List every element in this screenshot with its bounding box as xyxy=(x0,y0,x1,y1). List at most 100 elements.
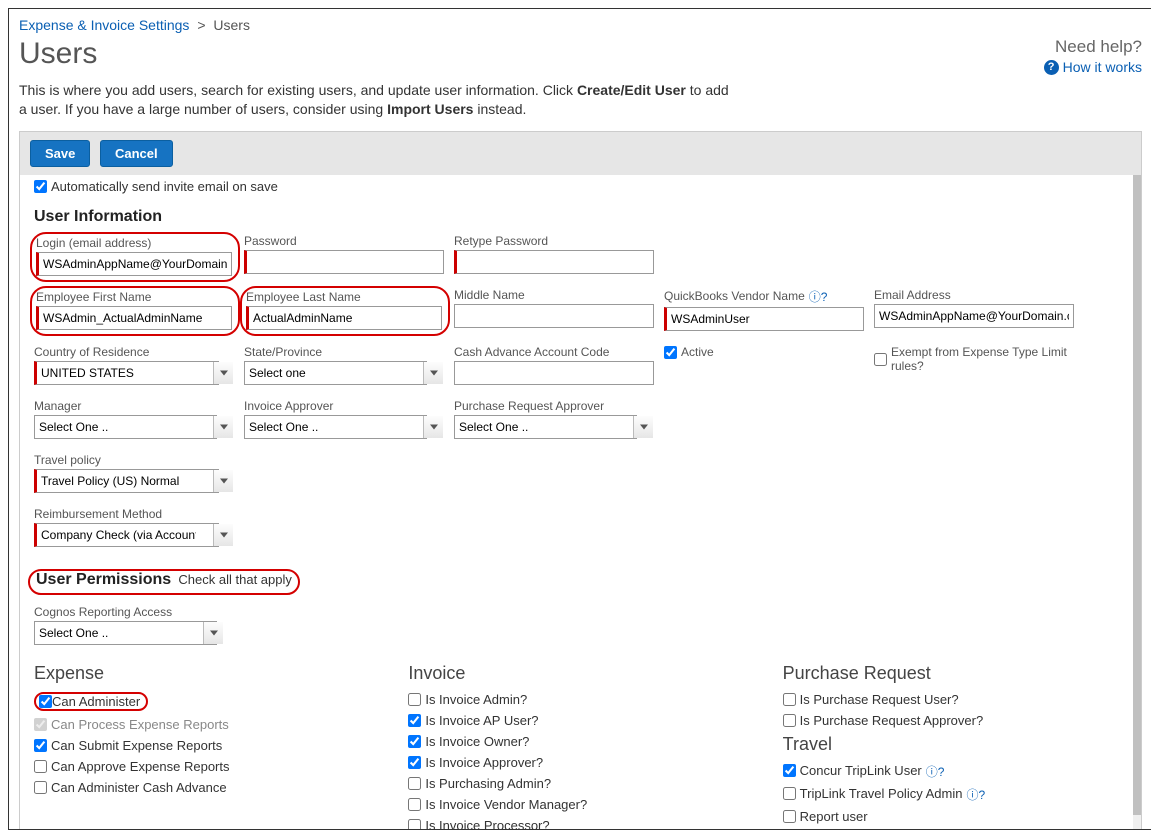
how-it-works-link[interactable]: ? How it works xyxy=(1044,59,1142,75)
first-name-field: Employee First Name xyxy=(30,286,240,336)
country-select[interactable] xyxy=(34,361,234,385)
cognos-select[interactable] xyxy=(34,621,224,645)
travel-perm-checkbox-0[interactable] xyxy=(783,764,796,777)
invoice-perm-checkbox-4[interactable] xyxy=(408,777,421,790)
travel-perm-2[interactable]: Report user xyxy=(783,809,1127,824)
invoice-perm-checkbox-0[interactable] xyxy=(408,693,421,706)
retype-input[interactable] xyxy=(454,250,654,274)
auto-invite-checkbox[interactable] xyxy=(34,180,47,193)
cash-input[interactable] xyxy=(454,361,654,385)
invoice-perm-3[interactable]: Is Invoice Approver? xyxy=(408,755,752,770)
email-input[interactable] xyxy=(874,304,1074,328)
active-label: Active xyxy=(681,345,714,359)
middle-name-label: Middle Name xyxy=(454,288,654,302)
travel-perm-label-2: Report user xyxy=(800,809,868,824)
travel-perm-label-0: Concur TripLink User xyxy=(800,763,922,778)
invoice-perm-0[interactable]: Is Invoice Admin? xyxy=(408,692,752,707)
travelpolicy-label: Travel policy xyxy=(34,453,234,467)
user-permissions-heading: User Permissions xyxy=(36,571,171,588)
login-input[interactable] xyxy=(36,252,232,276)
expense-perm-checkbox-0[interactable] xyxy=(39,695,52,708)
prapprover-field: Purchase Request Approver xyxy=(454,399,654,439)
country-field: Country of Residence xyxy=(34,345,234,385)
active-checkbox[interactable] xyxy=(664,346,677,359)
prapprover-label: Purchase Request Approver xyxy=(454,399,654,413)
invoice-perm-label-6: Is Invoice Processor? xyxy=(425,818,549,830)
travel-perm-checkbox-1[interactable] xyxy=(783,787,796,800)
breadcrumb-current: Users xyxy=(213,17,250,33)
purchase-perm-label-1: Is Purchase Request Approver? xyxy=(800,713,984,728)
invoice-perm-label-5: Is Invoice Vendor Manager? xyxy=(425,797,587,812)
travelpolicy-select[interactable] xyxy=(34,469,234,493)
retype-label: Retype Password xyxy=(454,234,654,248)
first-name-input[interactable] xyxy=(36,306,232,330)
manager-select[interactable] xyxy=(34,415,234,439)
help-icon[interactable]: ⓘ? xyxy=(926,763,945,780)
exempt-checkbox[interactable] xyxy=(874,353,887,366)
qbvendor-input[interactable] xyxy=(664,307,864,331)
expense-perm-1: Can Process Expense Reports xyxy=(34,717,378,732)
travel-perm-1[interactable]: TripLink Travel Policy Admin ⓘ? xyxy=(783,786,1127,803)
cancel-button[interactable]: Cancel xyxy=(100,140,173,167)
travel-perm-checkbox-2[interactable] xyxy=(783,810,796,823)
invoice-perm-checkbox-5[interactable] xyxy=(408,798,421,811)
auto-invite-row[interactable]: Automatically send invite email on save xyxy=(34,179,1127,194)
intro-text: This is where you add users, search for … xyxy=(19,81,729,119)
invoice-perm-1[interactable]: Is Invoice AP User? xyxy=(408,713,752,728)
middle-name-input[interactable] xyxy=(454,304,654,328)
last-name-field: Employee Last Name xyxy=(240,286,450,336)
breadcrumb-parent[interactable]: Expense & Invoice Settings xyxy=(19,17,189,33)
country-label: Country of Residence xyxy=(34,345,234,359)
expense-perm-2[interactable]: Can Submit Expense Reports xyxy=(34,738,378,753)
expense-perm-checkbox-4[interactable] xyxy=(34,781,47,794)
manager-field: Manager xyxy=(34,399,234,439)
help-icon[interactable]: ⓘ? xyxy=(809,288,828,305)
password-label: Password xyxy=(244,234,444,248)
user-permissions-sub: Check all that apply xyxy=(178,572,291,587)
purchase-perm-checkbox-0[interactable] xyxy=(783,693,796,706)
right-col: Purchase Request Is Purchase Request Use… xyxy=(783,661,1127,830)
travel-perm-0[interactable]: Concur TripLink User ⓘ? xyxy=(783,763,1127,780)
state-select[interactable] xyxy=(244,361,444,385)
purchase-heading: Purchase Request xyxy=(783,663,1127,684)
expense-perm-label-4: Can Administer Cash Advance xyxy=(51,780,227,795)
purchase-perm-checkbox-1[interactable] xyxy=(783,714,796,727)
expense-perm-checkbox-2[interactable] xyxy=(34,739,47,752)
invoice-perm-label-0: Is Invoice Admin? xyxy=(425,692,527,707)
qbvendor-field: QuickBooks Vendor Nameⓘ? xyxy=(664,288,864,331)
expense-perm-label-3: Can Approve Expense Reports xyxy=(51,759,230,774)
expense-perm-checkbox-3[interactable] xyxy=(34,760,47,773)
expense-perm-3[interactable]: Can Approve Expense Reports xyxy=(34,759,378,774)
invoice-perm-checkbox-3[interactable] xyxy=(408,756,421,769)
scroll-track[interactable] xyxy=(1133,175,1141,830)
invoice-perm-checkbox-2[interactable] xyxy=(408,735,421,748)
prapprover-select[interactable] xyxy=(454,415,654,439)
purchase-perm-0[interactable]: Is Purchase Request User? xyxy=(783,692,1127,707)
save-button[interactable]: Save xyxy=(30,140,90,167)
how-it-works-label: How it works xyxy=(1063,59,1142,75)
button-bar: Save Cancel xyxy=(20,132,1141,175)
invoice-perm-checkbox-1[interactable] xyxy=(408,714,421,727)
invoice-perm-6[interactable]: Is Invoice Processor? xyxy=(408,818,752,830)
first-name-label: Employee First Name xyxy=(36,290,232,304)
auto-invite-label: Automatically send invite email on save xyxy=(51,179,278,194)
last-name-label: Employee Last Name xyxy=(246,290,442,304)
expense-col: Expense Can AdministerCan Process Expens… xyxy=(34,661,378,830)
invapprover-select[interactable] xyxy=(244,415,444,439)
expense-perm-0[interactable]: Can Administer xyxy=(34,692,378,711)
scroll-thumb[interactable] xyxy=(1133,175,1141,815)
purchase-perm-1[interactable]: Is Purchase Request Approver? xyxy=(783,713,1127,728)
invoice-perm-4[interactable]: Is Purchasing Admin? xyxy=(408,776,752,791)
invoice-perm-2[interactable]: Is Invoice Owner? xyxy=(408,734,752,749)
form-panel: Save Cancel Automatically send invite em… xyxy=(19,131,1142,830)
invoice-perm-checkbox-6[interactable] xyxy=(408,819,421,830)
invoice-perm-label-2: Is Invoice Owner? xyxy=(425,734,529,749)
retype-field: Retype Password xyxy=(454,234,654,274)
invoice-perm-5[interactable]: Is Invoice Vendor Manager? xyxy=(408,797,752,812)
reimb-select[interactable] xyxy=(34,523,234,547)
invoice-heading: Invoice xyxy=(408,663,752,684)
last-name-input[interactable] xyxy=(246,306,442,330)
password-input[interactable] xyxy=(244,250,444,274)
help-icon[interactable]: ⓘ? xyxy=(966,786,985,803)
expense-perm-4[interactable]: Can Administer Cash Advance xyxy=(34,780,378,795)
